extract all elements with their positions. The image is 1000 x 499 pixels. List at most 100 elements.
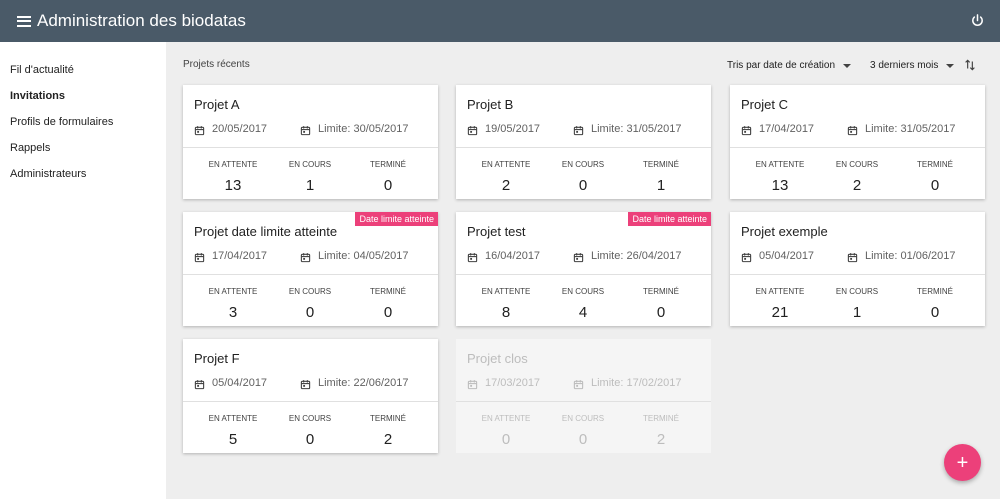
stat-value: 2	[501, 177, 511, 194]
stat-done: TERMINÉ 0	[622, 287, 700, 321]
stat-value: 0	[930, 304, 940, 321]
calendar-icon	[300, 377, 311, 390]
project-name: Projet test	[467, 224, 526, 239]
stat-value: 0	[578, 431, 588, 448]
power-icon[interactable]	[970, 13, 985, 28]
calendar-icon	[847, 250, 858, 263]
menu-icon[interactable]	[17, 15, 31, 27]
calendar-icon	[467, 377, 478, 390]
project-card[interactable]: Projet B 19/05/2017 Limite: 31/05/2017 EN A…	[456, 85, 711, 199]
stat-done: TERMINÉ 0	[896, 160, 974, 194]
calendar-icon	[847, 123, 858, 136]
stat-done: TERMINÉ 0	[349, 160, 427, 194]
stat-label: EN ATTENTE	[755, 287, 805, 296]
project-card[interactable]: Projet A 20/05/2017 Limite: 30/05/2017 EN A…	[183, 85, 438, 199]
top-app-bar: Administration des biodatas	[0, 0, 1000, 42]
stat-value: 4	[578, 304, 588, 321]
calendar-icon	[194, 250, 205, 263]
stat-label: TERMINÉ	[370, 160, 406, 169]
stat-pending: EN ATTENTE 13	[194, 160, 272, 194]
project-deadline: Limite: 01/06/2017	[865, 250, 956, 262]
stat-pending: EN ATTENTE 21	[741, 287, 819, 321]
stat-in-progress: EN COURS 0	[544, 414, 622, 448]
stat-in-progress: EN COURS 0	[271, 414, 349, 448]
card-divider	[183, 147, 438, 148]
stat-value: 1	[305, 177, 315, 194]
stat-value: 1	[656, 177, 666, 194]
stat-value: 13	[771, 177, 789, 194]
stat-label: EN ATTENTE	[755, 160, 805, 169]
project-card[interactable]: Projet clos 17/03/2017 Limite: 17/02/2017 E…	[456, 339, 711, 453]
stat-value: 2	[656, 431, 666, 448]
stat-value: 2	[383, 431, 393, 448]
calendar-icon	[573, 123, 584, 136]
sidebar-item-fil-actualite[interactable]: Fil d'actualité	[0, 57, 166, 83]
project-card[interactable]: Projet date limite atteinte Date limite a…	[183, 212, 438, 326]
stat-label: EN ATTENTE	[481, 160, 531, 169]
project-card[interactable]: Projet F 05/04/2017 Limite: 22/06/2017 EN A…	[183, 339, 438, 453]
sort-order-icon[interactable]	[963, 58, 977, 72]
project-card[interactable]: Projet exemple 05/04/2017 Limite: 01/06/20…	[730, 212, 985, 326]
project-card[interactable]: Projet C 17/04/2017 Limite: 31/05/2017 EN A…	[730, 85, 985, 199]
project-date: 05/04/2017	[212, 377, 268, 389]
stat-value: 0	[578, 177, 588, 194]
calendar-icon	[467, 250, 478, 263]
card-divider	[730, 274, 985, 275]
stat-value: 2	[852, 177, 862, 194]
calendar-icon	[741, 123, 752, 136]
stat-done: TERMINÉ 2	[349, 414, 427, 448]
stat-value: 3	[228, 304, 238, 321]
sidebar-item-profils-formulaires[interactable]: Profils de formulaires	[0, 109, 166, 135]
sidebar-item-administrateurs[interactable]: Administrateurs	[0, 161, 166, 187]
project-card[interactable]: Projet test Date limite atteinte 16/04/201…	[456, 212, 711, 326]
calendar-icon	[300, 123, 311, 136]
stat-label: EN COURS	[288, 160, 332, 169]
project-date: 20/05/2017	[212, 123, 268, 135]
project-name: Projet date limite atteinte	[194, 224, 338, 239]
add-project-button[interactable]: +	[944, 444, 981, 481]
card-divider	[456, 401, 711, 402]
stat-label: EN COURS	[835, 160, 879, 169]
project-name: Projet C	[741, 97, 788, 112]
stat-label: TERMINÉ	[643, 414, 679, 423]
project-deadline: Limite: 31/05/2017	[591, 123, 682, 135]
chevron-down-icon	[946, 63, 955, 68]
stat-value: 0	[305, 431, 315, 448]
sidebar-item-rappels[interactable]: Rappels	[0, 135, 166, 161]
card-divider	[183, 401, 438, 402]
stat-label: TERMINÉ	[370, 414, 406, 423]
project-deadline: Limite: 31/05/2017	[865, 123, 956, 135]
stat-label: EN COURS	[835, 287, 879, 296]
stat-value: 0	[501, 431, 511, 448]
calendar-icon	[194, 123, 205, 136]
calendar-icon	[300, 250, 311, 263]
stat-label: EN ATTENTE	[481, 414, 531, 423]
project-name: Projet F	[194, 351, 240, 366]
stat-pending: EN ATTENTE 2	[467, 160, 545, 194]
stat-label: TERMINÉ	[643, 160, 679, 169]
stat-label: EN ATTENTE	[208, 287, 258, 296]
period-select[interactable]: 3 derniers mois	[870, 60, 955, 71]
stat-label: TERMINÉ	[917, 287, 953, 296]
stat-label: EN ATTENTE	[481, 287, 531, 296]
stat-in-progress: EN COURS 1	[818, 287, 896, 321]
stat-pending: EN ATTENTE 3	[194, 287, 272, 321]
stat-value: 0	[305, 304, 315, 321]
project-date: 16/04/2017	[485, 250, 541, 262]
stat-done: TERMINÉ 1	[622, 160, 700, 194]
project-date: 17/04/2017	[212, 250, 268, 262]
project-date: 17/04/2017	[759, 123, 815, 135]
calendar-icon	[194, 377, 205, 390]
sidebar-item-invitations[interactable]: Invitations	[0, 83, 166, 109]
project-deadline: Limite: 04/05/2017	[318, 250, 409, 262]
sidebar: Fil d'actualité Invitations Profils de f…	[0, 42, 166, 499]
section-title: Projets récents	[183, 59, 250, 70]
stat-done: TERMINÉ 0	[349, 287, 427, 321]
main-content: Projets récents Tris par date de créatio…	[166, 42, 1000, 499]
stat-label: EN COURS	[561, 414, 605, 423]
stat-value: 0	[656, 304, 666, 321]
project-deadline: Limite: 26/04/2017	[591, 250, 682, 262]
calendar-icon	[467, 123, 478, 136]
sort-select[interactable]: Tris par date de création	[727, 60, 852, 71]
stat-value: 0	[930, 177, 940, 194]
